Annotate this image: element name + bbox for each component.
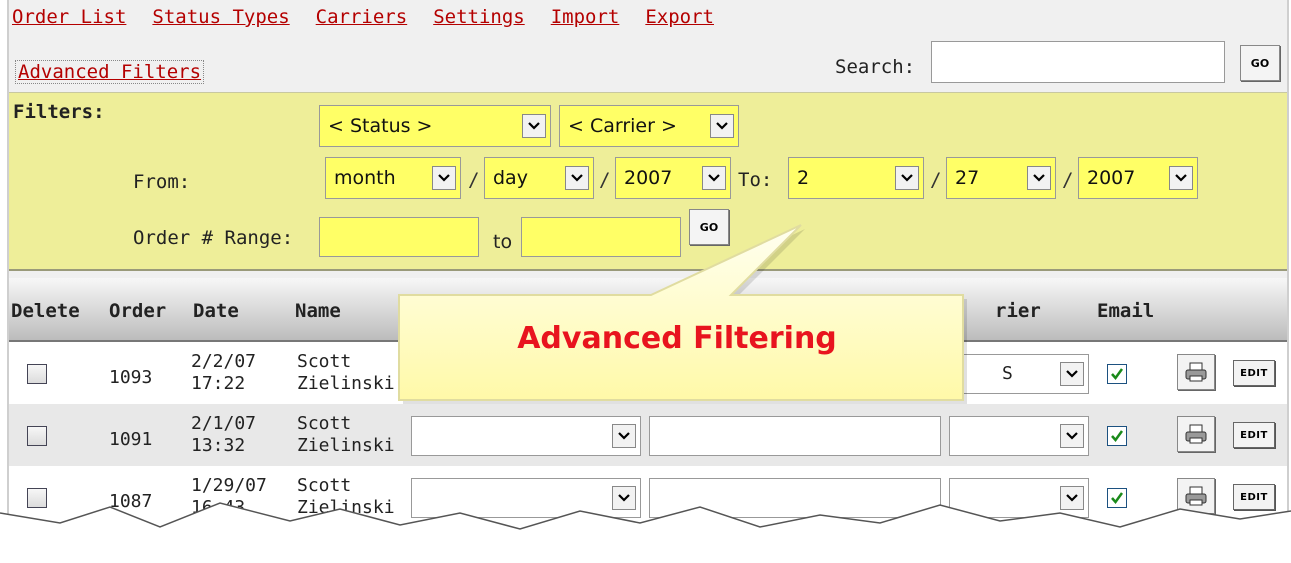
to-month-select[interactable]: 2 [788,157,924,199]
chevron-down-icon [710,114,734,138]
carrier-select-value: < Carrier > [568,115,677,137]
order-number: 1091 [109,429,153,450]
carrier-select[interactable]: S [949,354,1089,394]
header-name[interactable]: Name [295,300,341,322]
delete-checkbox[interactable] [27,364,47,384]
advanced-filters-link[interactable]: Advanced Filters [15,60,205,84]
to-year-value: 2007 [1087,167,1136,189]
chevron-down-icon [612,424,636,448]
printer-icon [1185,362,1207,382]
order-date: 2/1/07 [191,413,257,434]
carrier-value: S [1002,363,1013,384]
order-number: 1093 [109,367,153,388]
date-separator: / [930,169,942,191]
carrier-select[interactable]: < Carrier > [559,105,739,147]
header-delete: Delete [11,300,80,322]
order-manager-panel: Order List Status Types Carriers Setting… [7,0,1289,520]
chevron-down-icon [1060,424,1084,448]
chevron-down-icon [1027,166,1051,190]
nav-order-list[interactable]: Order List [12,6,126,36]
carrier-select[interactable] [949,416,1089,456]
torn-edge-decoration [0,502,1291,563]
email-checkbox[interactable] [1107,426,1127,446]
date-separator: / [468,169,480,191]
from-month-select[interactable]: month [325,157,461,199]
filters-title: Filters: [13,101,105,123]
customer-last-name: Zielinski [297,373,395,394]
chevron-down-icon [702,166,726,190]
email-checkbox[interactable] [1107,364,1127,384]
table-row: 1091 2/1/07 13:32 Scott Zielinski EDIT [9,404,1287,467]
from-year-value: 2007 [624,167,673,189]
nav-export[interactable]: Export [645,6,714,36]
order-time: 17:22 [191,373,246,394]
from-year-select[interactable]: 2007 [615,157,731,199]
to-year-select[interactable]: 2007 [1078,157,1198,199]
callout-text: Advanced Filtering [517,321,837,356]
print-button[interactable] [1177,416,1215,452]
edit-button[interactable]: EDIT [1233,422,1275,448]
delete-checkbox[interactable] [27,426,47,446]
to-month-value: 2 [797,167,810,189]
printer-icon [1185,424,1207,444]
from-label: From: [133,171,191,193]
from-month-value: month [334,167,396,189]
customer-first-name: Scott [297,351,352,372]
from-day-value: day [493,167,528,189]
date-separator: / [1062,169,1074,191]
status-select[interactable]: < Status > [319,105,551,147]
search-label: Search: [835,56,916,78]
chevron-down-icon [522,114,546,138]
search-input[interactable] [931,41,1225,83]
nav-status-types[interactable]: Status Types [152,6,289,36]
customer-first-name: Scott [297,413,352,434]
chevron-down-icon [432,166,456,190]
header-email: Email [1097,300,1155,322]
nav-carriers[interactable]: Carriers [316,6,408,36]
to-label: To: [738,169,773,191]
status-select-value: < Status > [328,115,433,137]
customer-last-name: Zielinski [297,435,395,456]
nav-import[interactable]: Import [551,6,620,36]
edit-button[interactable]: EDIT [1233,360,1275,386]
search-go-button[interactable]: GO [1240,45,1280,81]
chevron-down-icon [895,166,919,190]
status-select[interactable] [411,416,641,456]
chevron-down-icon [1169,166,1193,190]
from-day-select[interactable]: day [484,157,594,199]
header-date[interactable]: Date [193,300,239,322]
to-day-select[interactable]: 27 [946,157,1056,199]
to-day-value: 27 [955,167,980,189]
chevron-down-icon [1060,362,1084,386]
chevron-down-icon [565,166,589,190]
order-range-label: Order # Range: [133,227,294,249]
order-time: 13:32 [191,435,246,456]
print-button[interactable] [1177,354,1215,390]
header-carrier[interactable]: rier [995,300,1041,322]
tracking-input[interactable] [649,416,941,456]
top-nav: Order List Status Types Carriers Setting… [9,6,740,36]
date-separator: / [599,169,611,191]
nav-settings[interactable]: Settings [433,6,525,36]
header-order[interactable]: Order [109,300,166,322]
order-date: 2/2/07 [191,351,257,372]
